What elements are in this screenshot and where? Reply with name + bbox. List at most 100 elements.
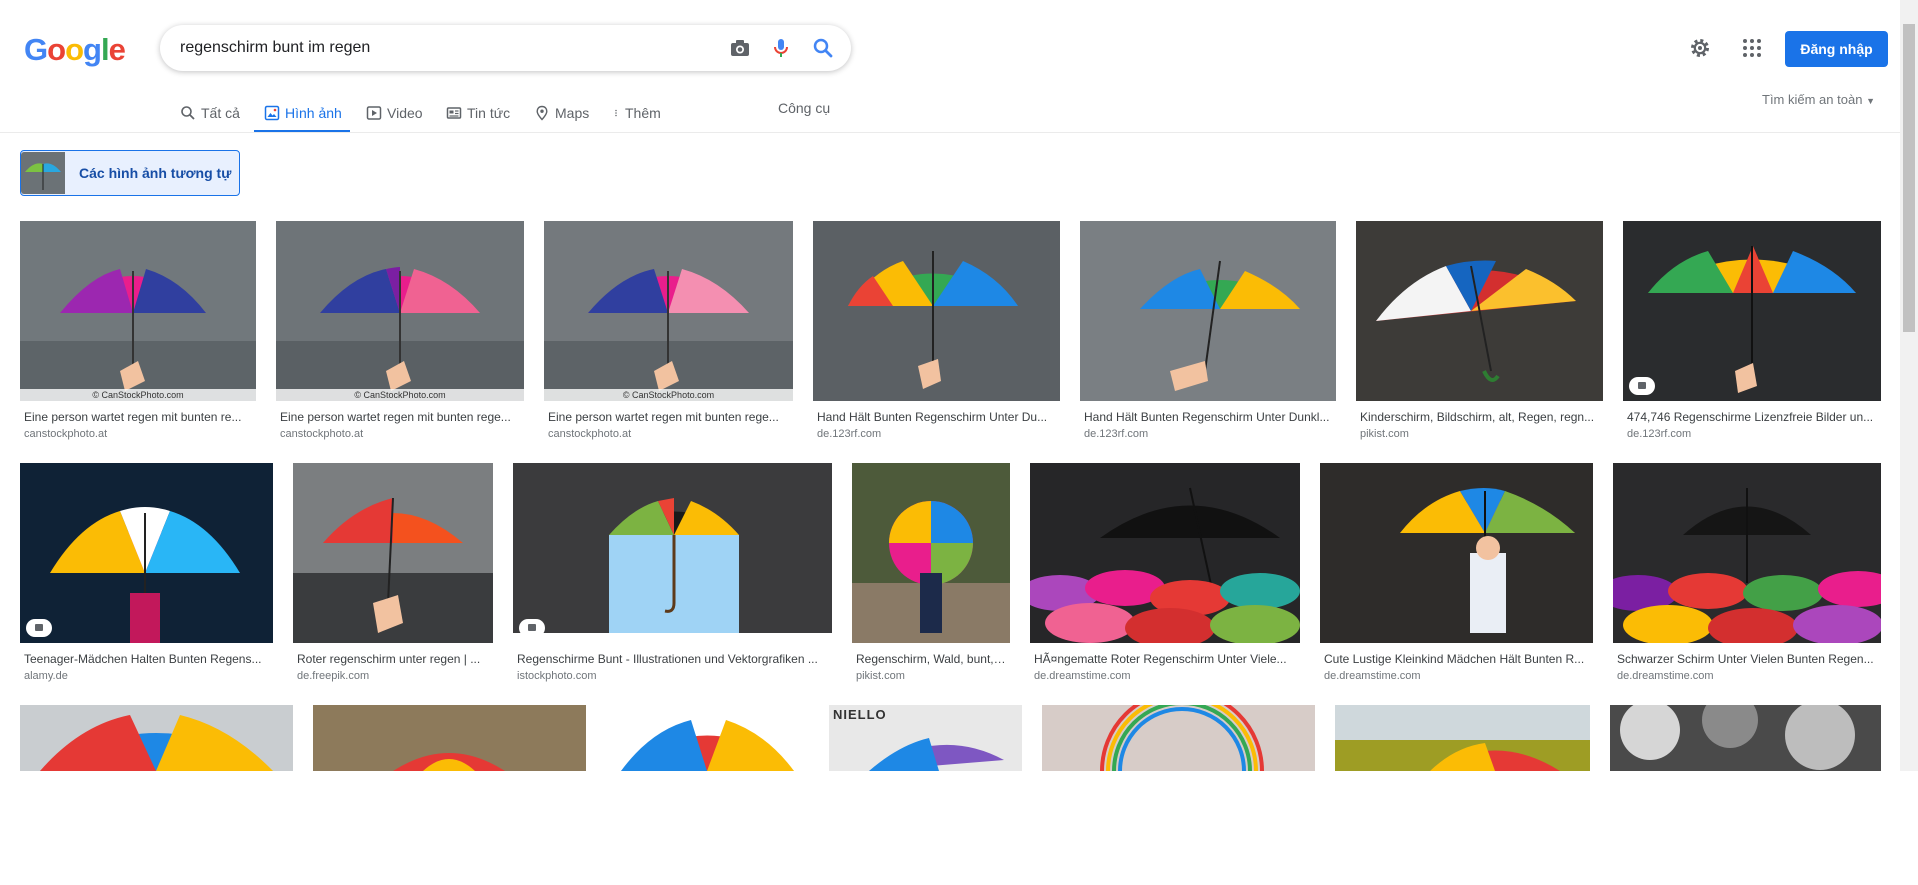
search-box[interactable]: regenschirm bunt im regen xyxy=(160,25,851,71)
image-result[interactable] xyxy=(606,705,809,885)
result-thumbnail: © CanStockPhoto.com xyxy=(276,221,524,401)
search-icon xyxy=(181,106,195,120)
pin-icon xyxy=(536,105,548,121)
camera-icon[interactable] xyxy=(728,36,752,60)
tools-button[interactable]: Công cụ xyxy=(778,100,830,116)
result-title[interactable]: Hand Hält Bunten Regenschirm Unter Dunkl… xyxy=(1080,410,1336,424)
image-icon xyxy=(264,105,280,121)
apps-grid-icon[interactable] xyxy=(1740,36,1764,60)
result-thumbnail xyxy=(1356,221,1603,401)
result-site: de.123rf.com xyxy=(1627,428,1692,440)
result-title[interactable]: Cute Lustige Kleinkind Mädchen Hält Bunt… xyxy=(1320,652,1593,666)
image-result[interactable]: Regenschirm, Wald, bunt, ... pikist.com xyxy=(852,463,1010,682)
image-result[interactable] xyxy=(1042,705,1315,885)
search-icon[interactable] xyxy=(811,36,835,60)
result-thumbnail xyxy=(852,463,1010,643)
logo-letter: g xyxy=(83,32,102,67)
result-title[interactable]: Eine person wartet regen mit bunten rege… xyxy=(276,410,524,424)
scrollbar-thumb[interactable] xyxy=(1903,24,1915,332)
more-vert-icon xyxy=(615,109,617,117)
image-result[interactable]: Regenschirme Bunt - Illustrationen und V… xyxy=(513,463,832,682)
result-thumbnail xyxy=(813,221,1060,401)
news-icon xyxy=(446,107,462,119)
result-thumbnail: © CanStockPhoto.com xyxy=(544,221,793,401)
tab-video[interactable]: Video xyxy=(366,96,423,130)
result-title[interactable]: HÃ¤ngematte Roter Regenschirm Unter Viel… xyxy=(1030,652,1300,666)
image-badge-icon xyxy=(26,619,52,637)
tab-label: Tin tức xyxy=(467,105,511,121)
image-result[interactable] xyxy=(313,705,586,885)
image-result[interactable]: Kinderschirm, Bildschirm, alt, Regen, re… xyxy=(1356,221,1603,440)
tab-more[interactable]: Thêm xyxy=(612,96,661,130)
result-thumbnail xyxy=(1080,221,1336,401)
result-title[interactable]: Regenschirm, Wald, bunt, ... xyxy=(852,652,1010,666)
similar-thumbnail xyxy=(21,152,65,194)
result-thumbnail xyxy=(1042,705,1315,885)
image-result[interactable]: Cute Lustige Kleinkind Mädchen Hält Bunt… xyxy=(1320,463,1593,682)
result-thumbnail xyxy=(1030,463,1300,643)
result-thumbnail: © CanStockPhoto.com xyxy=(20,221,256,401)
tab-label: Video xyxy=(387,105,423,121)
result-thumbnail xyxy=(1320,463,1593,643)
result-thumbnail xyxy=(313,705,586,885)
similar-images-chip[interactable]: Các hình ảnh tương tự xyxy=(20,150,240,196)
video-icon xyxy=(366,106,382,120)
image-result[interactable] xyxy=(1610,705,1881,885)
chevron-down-icon: ▼ xyxy=(1866,96,1875,106)
tab-all[interactable]: Tất cả xyxy=(180,96,240,130)
result-title[interactable]: Eine person wartet regen mit bunten re..… xyxy=(20,410,256,424)
tab-maps[interactable]: Maps xyxy=(534,96,589,130)
result-title[interactable]: Hand Hält Bunten Regenschirm Unter Du... xyxy=(813,410,1060,424)
image-result[interactable]: HÃ¤ngematte Roter Regenschirm Unter Viel… xyxy=(1030,463,1300,682)
result-site: alamy.de xyxy=(24,670,68,682)
tab-label: Hình ảnh xyxy=(285,105,342,121)
image-result[interactable]: 474,746 Regenschirme Lizenzfreie Bilder … xyxy=(1623,221,1881,440)
tab-news[interactable]: Tin tức xyxy=(446,96,510,130)
niello-text: NIELLO xyxy=(833,707,887,722)
result-title[interactable]: Kinderschirm, Bildschirm, alt, Regen, re… xyxy=(1356,410,1603,424)
image-result[interactable]: Roter regenschirm unter regen | ... de.f… xyxy=(293,463,493,682)
result-site: pikist.com xyxy=(856,670,905,682)
image-result[interactable]: Hand Hält Bunten Regenschirm Unter Dunkl… xyxy=(1080,221,1336,440)
result-thumbnail xyxy=(1610,705,1881,885)
image-result[interactable]: Hand Hält Bunten Regenschirm Unter Du...… xyxy=(813,221,1060,440)
image-result[interactable]: © CanStockPhoto.com Eine person wartet r… xyxy=(20,221,256,440)
image-watermark: © CanStockPhoto.com xyxy=(20,389,256,401)
image-result[interactable] xyxy=(20,705,293,885)
mic-icon[interactable] xyxy=(769,36,793,60)
result-title[interactable]: Schwarzer Schirm Unter Vielen Bunten Reg… xyxy=(1613,652,1881,666)
result-title[interactable]: 474,746 Regenschirme Lizenzfreie Bilder … xyxy=(1623,410,1881,424)
logo-letter: G xyxy=(24,32,48,67)
result-title[interactable]: Roter regenschirm unter regen | ... xyxy=(293,652,493,666)
result-thumbnail xyxy=(293,463,493,643)
image-result[interactable] xyxy=(1335,705,1590,885)
result-thumbnail xyxy=(1613,463,1881,643)
safe-search-label: Tìm kiếm an toàn xyxy=(1762,92,1863,107)
image-result[interactable]: Teenager-Mädchen Halten Bunten Regens...… xyxy=(20,463,273,682)
page-scrollbar[interactable] xyxy=(1900,0,1918,771)
image-result[interactable]: Schwarzer Schirm Unter Vielen Bunten Reg… xyxy=(1613,463,1881,682)
tab-images[interactable]: Hình ảnh xyxy=(254,96,350,133)
result-site: de.dreamstime.com xyxy=(1617,670,1714,682)
logo-letter: l xyxy=(100,32,110,67)
result-title[interactable]: Eine person wartet regen mit bunten rege… xyxy=(544,410,793,424)
logo-letter: o xyxy=(47,32,66,67)
result-site: de.dreamstime.com xyxy=(1034,670,1131,682)
google-logo[interactable]: Google xyxy=(24,32,126,68)
image-badge-icon xyxy=(519,619,545,637)
safe-search-dropdown[interactable]: Tìm kiếm an toàn ▼ xyxy=(1762,92,1875,107)
similar-images-label: Các hình ảnh tương tự xyxy=(79,165,232,181)
image-result[interactable]: © CanStockPhoto.com Eine person wartet r… xyxy=(276,221,524,440)
image-result[interactable]: © CanStockPhoto.com Eine person wartet r… xyxy=(544,221,793,440)
image-badge-icon xyxy=(1629,377,1655,395)
result-title[interactable]: Teenager-Mädchen Halten Bunten Regens... xyxy=(20,652,273,666)
result-site: pikist.com xyxy=(1360,428,1409,440)
search-input[interactable]: regenschirm bunt im regen xyxy=(180,39,370,57)
search-tabs: Tất cả Hình ảnh Video Tin tức Maps Thêm xyxy=(0,96,1900,133)
tab-label: Maps xyxy=(555,105,590,121)
gear-icon[interactable] xyxy=(1688,36,1712,60)
sign-in-button[interactable]: Đăng nhập xyxy=(1785,31,1888,67)
header-divider xyxy=(0,132,1900,133)
result-title[interactable]: Regenschirme Bunt - Illustrationen und V… xyxy=(513,652,832,666)
image-result[interactable]: NIELLO xyxy=(829,705,1022,885)
